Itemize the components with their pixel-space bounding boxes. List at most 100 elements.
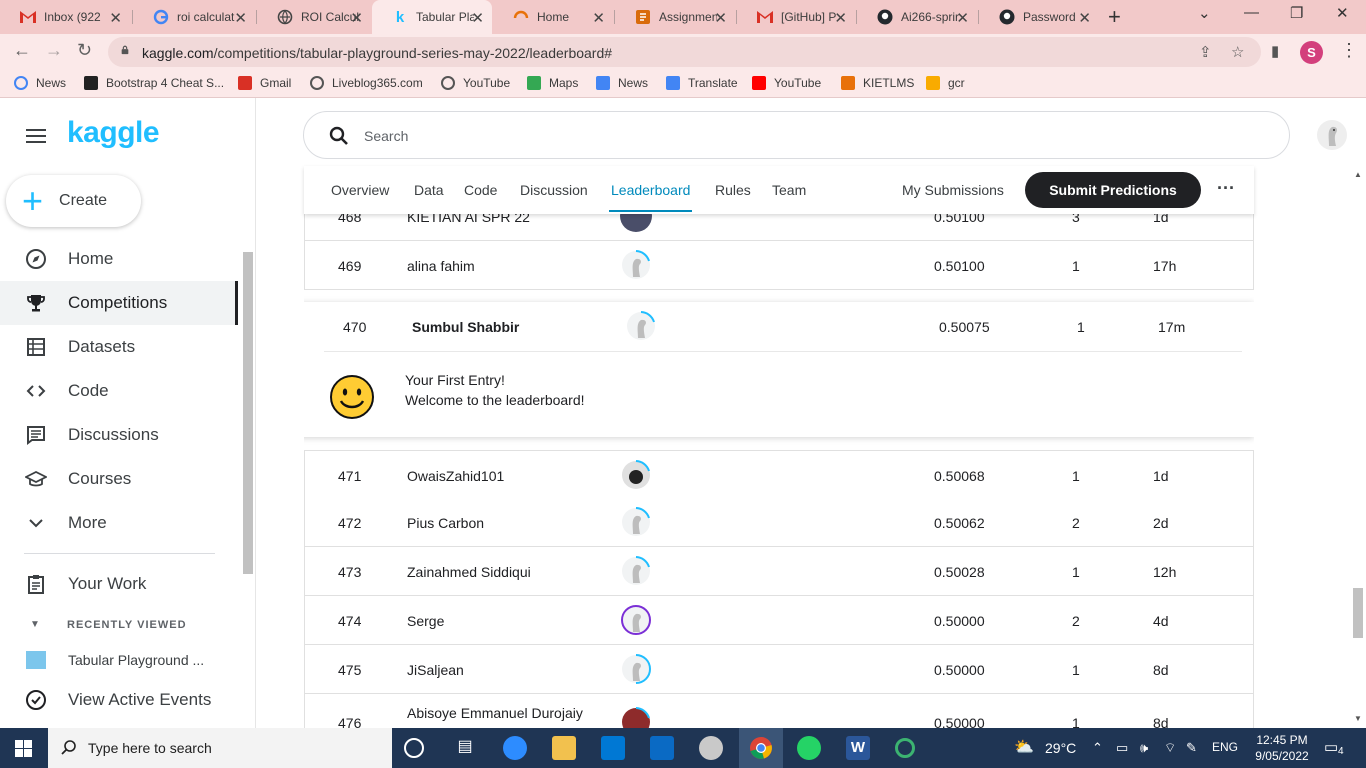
- cortana-icon[interactable]: [404, 738, 424, 758]
- chevron-up-icon[interactable]: ⌃: [1092, 740, 1103, 756]
- browser-tab[interactable]: Password ✕: [979, 0, 1099, 34]
- avatar[interactable]: [620, 249, 652, 281]
- wifi-icon[interactable]: ⌔: [1164, 740, 1176, 756]
- table-row[interactable]: 476 Abisoye Emmanuel Durojaiy 0.50000 1 …: [304, 694, 1254, 728]
- submit-predictions-button[interactable]: Submit Predictions: [1025, 172, 1201, 208]
- caret-down-icon[interactable]: ▼: [30, 619, 40, 630]
- volume-icon[interactable]: 🕪: [1140, 740, 1148, 756]
- avatar[interactable]: [620, 604, 652, 636]
- minimize-icon[interactable]: —: [1244, 4, 1259, 21]
- table-row[interactable]: 469 alina fahim 0.50100 1 17h: [304, 241, 1254, 290]
- restore-icon[interactable]: ❐: [1290, 4, 1303, 22]
- bookmark-item[interactable]: Bootstrap 4 Cheat S...: [84, 76, 224, 90]
- tab-data[interactable]: Data: [414, 182, 444, 198]
- search-input[interactable]: Search: [303, 111, 1290, 159]
- bookmark-star-icon[interactable]: ☆: [1231, 43, 1244, 61]
- windows-start-icon[interactable]: [15, 740, 32, 757]
- sidebar-item-view-active-events[interactable]: View Active Events: [0, 678, 238, 722]
- task-view-icon[interactable]: ▤: [453, 736, 477, 760]
- tab-overview[interactable]: Overview: [331, 182, 389, 198]
- file-explorer-icon[interactable]: [552, 736, 576, 760]
- my-submissions-link[interactable]: My Submissions: [902, 182, 1004, 198]
- avatar[interactable]: [620, 706, 652, 728]
- close-icon[interactable]: ✕: [956, 9, 969, 27]
- browser-menu-icon[interactable]: ⋮: [1340, 40, 1358, 61]
- browser-tab[interactable]: Ai266-sprir ✕: [857, 0, 977, 34]
- browser-tab[interactable]: roi calculat ✕: [133, 0, 255, 34]
- avatar[interactable]: [620, 506, 652, 538]
- new-tab-icon[interactable]: +: [1108, 4, 1121, 30]
- bookmark-item[interactable]: News: [596, 76, 648, 90]
- microsoft-store-icon[interactable]: [601, 736, 625, 760]
- scrollbar-thumb[interactable]: [1353, 588, 1363, 638]
- pen-icon[interactable]: ✎: [1186, 740, 1197, 756]
- close-icon[interactable]: ✕: [834, 9, 847, 27]
- whatsapp-icon[interactable]: [797, 736, 821, 760]
- close-icon[interactable]: ✕: [471, 9, 484, 27]
- app-loader-icon[interactable]: [895, 738, 915, 758]
- close-icon[interactable]: ✕: [350, 9, 363, 27]
- scrollbar-thumb[interactable]: [243, 252, 253, 574]
- bookmark-item[interactable]: YouTube: [752, 76, 821, 90]
- recent-item[interactable]: Tabular Playground ...: [0, 638, 238, 682]
- browser-tab[interactable]: [GitHub] P ✕: [737, 0, 855, 34]
- profile-avatar[interactable]: S: [1300, 41, 1323, 64]
- bookmark-item[interactable]: Maps: [527, 76, 578, 90]
- sidebar-item-code[interactable]: Code: [0, 369, 238, 413]
- user-avatar[interactable]: [1317, 120, 1347, 150]
- sidebar-scrollbar[interactable]: [240, 238, 256, 678]
- mail-icon[interactable]: [650, 736, 674, 760]
- table-row[interactable]: 474 Serge 0.50000 2 4d: [304, 596, 1254, 645]
- address-bar[interactable]: kaggle.com/competitions/tabular-playgrou…: [108, 37, 1261, 67]
- bookmark-item[interactable]: Translate: [666, 76, 738, 90]
- back-icon[interactable]: ←: [13, 40, 31, 61]
- zoom-icon[interactable]: [503, 736, 527, 760]
- chrome-icon[interactable]: [749, 736, 773, 760]
- table-row[interactable]: 473 Zainahmed Siddiqui 0.50028 1 12h: [304, 547, 1254, 596]
- tab-rules[interactable]: Rules: [715, 182, 751, 198]
- sidebar-item-your-work[interactable]: Your Work: [0, 562, 238, 606]
- bookmark-item[interactable]: Gmail: [238, 76, 291, 90]
- tab-leaderboard[interactable]: Leaderboard: [608, 182, 693, 212]
- tab-search-icon[interactable]: ⌄: [1198, 4, 1211, 22]
- sidebar-item-more[interactable]: More: [0, 501, 238, 545]
- menu-icon[interactable]: [26, 129, 46, 143]
- bookmark-item[interactable]: News: [14, 76, 66, 90]
- share-icon[interactable]: ⇪: [1199, 43, 1212, 61]
- forward-icon[interactable]: →: [45, 40, 63, 61]
- sidebar-item-competitions[interactable]: Competitions: [0, 281, 238, 325]
- side-panel-icon[interactable]: ▮: [1271, 42, 1279, 60]
- kaggle-logo[interactable]: kaggle: [67, 116, 160, 150]
- sidebar-item-datasets[interactable]: Datasets: [0, 325, 238, 369]
- bookmark-item[interactable]: KIETLMS: [841, 76, 914, 90]
- snip-app-icon[interactable]: [699, 736, 723, 760]
- page-scrollbar[interactable]: ▲ ▼: [1350, 168, 1366, 728]
- network-icon[interactable]: ▭: [1116, 740, 1128, 756]
- sidebar-item-home[interactable]: Home: [0, 237, 238, 281]
- avatar[interactable]: [620, 555, 652, 587]
- close-icon[interactable]: ✕: [592, 9, 605, 27]
- create-button[interactable]: + Create: [6, 175, 141, 227]
- taskbar-clock[interactable]: 12:45 PM 9/05/2022: [1252, 732, 1312, 764]
- notification-icon[interactable]: ▭: [1324, 738, 1338, 756]
- table-row[interactable]: 472 Pius Carbon 0.50062 2 2d: [304, 498, 1254, 547]
- taskbar-search-input[interactable]: Type here to search: [48, 728, 392, 768]
- table-row[interactable]: 475 JiSaljean 0.50000 1 8d: [304, 645, 1254, 694]
- sidebar-item-discussions[interactable]: Discussions: [0, 413, 238, 457]
- close-icon[interactable]: ✕: [109, 9, 122, 27]
- browser-tab[interactable]: Home ✕: [493, 0, 613, 34]
- weather-temp[interactable]: 29°C: [1045, 740, 1076, 756]
- more-options-icon[interactable]: ···: [1217, 178, 1235, 199]
- scroll-up-icon[interactable]: ▲: [1354, 170, 1362, 179]
- avatar[interactable]: [620, 653, 652, 685]
- bookmark-item[interactable]: gcr: [926, 76, 965, 90]
- browser-tab-active[interactable]: k Tabular Pla ✕: [372, 0, 492, 34]
- bookmark-item[interactable]: Liveblog365.com: [310, 76, 423, 90]
- avatar[interactable]: [625, 310, 657, 342]
- tab-team[interactable]: Team: [772, 182, 806, 198]
- table-row[interactable]: 471 OwaisZahid101 0.50068 1 1d: [304, 450, 1254, 499]
- browser-tab[interactable]: Inbox (922 ✕: [0, 0, 130, 34]
- language-indicator[interactable]: ENG: [1212, 740, 1238, 754]
- window-close-icon[interactable]: ✕: [1336, 4, 1349, 22]
- word-icon[interactable]: W: [846, 736, 870, 760]
